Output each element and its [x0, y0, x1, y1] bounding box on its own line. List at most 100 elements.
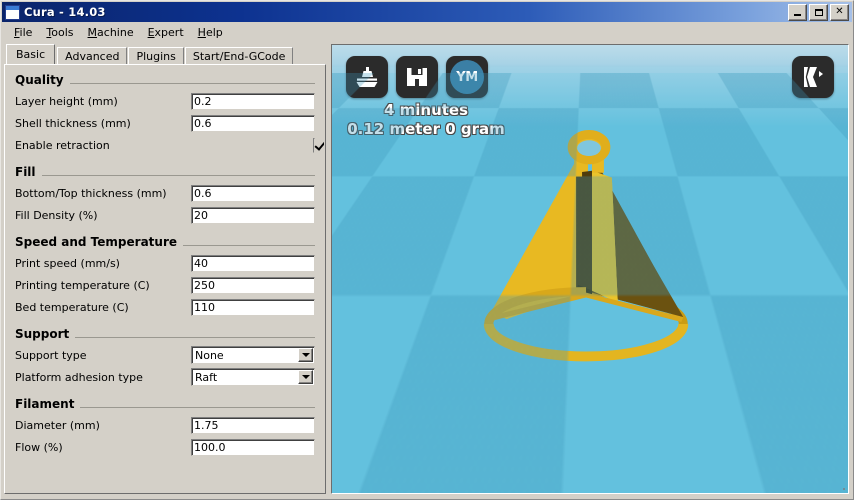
- section-rule: [80, 406, 315, 408]
- control-flow: [191, 438, 315, 456]
- row-bed-temperature: Bed temperature (C): [15, 296, 315, 318]
- input-diameter[interactable]: [191, 416, 315, 434]
- input-layer-height[interactable]: [191, 92, 315, 110]
- menu-bar: File Tools Machine Expert Help: [2, 22, 852, 42]
- menu-machine[interactable]: Machine: [81, 24, 141, 41]
- floppy-disk-icon: [407, 68, 427, 86]
- menu-tools[interactable]: Tools: [39, 24, 80, 41]
- window-controls: ✕: [788, 3, 849, 21]
- control-enable-retraction: [313, 137, 315, 153]
- window-title: Cura - 14.03: [24, 5, 106, 19]
- select-support-type[interactable]: None: [191, 346, 315, 364]
- section-title-fill: Fill: [15, 165, 36, 179]
- row-flow: Flow (%): [15, 436, 315, 458]
- load-model-button[interactable]: [346, 56, 388, 98]
- section-title-support: Support: [15, 327, 70, 341]
- control-platform-adhesion-type: Raft: [191, 368, 315, 386]
- row-diameter: Diameter (mm): [15, 414, 315, 436]
- row-print-speed: Print speed (mm/s): [15, 252, 315, 274]
- view-mode-button[interactable]: [792, 56, 834, 98]
- row-enable-retraction: Enable retraction: [15, 134, 315, 156]
- control-printing-temperature: [191, 276, 315, 294]
- section-title-filament: Filament: [15, 397, 75, 411]
- row-shell-thickness: Shell thickness (mm): [15, 112, 315, 134]
- row-printing-temperature: Printing temperature (C): [15, 274, 315, 296]
- input-print-speed[interactable]: [191, 254, 315, 272]
- control-bed-temperature: [191, 298, 315, 316]
- input-bottom-top-thickness[interactable]: [191, 184, 315, 202]
- label-shell-thickness: Shell thickness (mm): [15, 116, 131, 130]
- label-fill-density: Fill Density (%): [15, 208, 98, 222]
- menu-expert[interactable]: Expert: [141, 24, 191, 41]
- minimize-icon: [794, 13, 801, 16]
- resize-grip[interactable]: [835, 480, 847, 492]
- settings-form: Quality Layer height (mm) Shell thicknes…: [6, 66, 324, 492]
- row-layer-height: Layer height (mm): [15, 90, 315, 112]
- cura-window: Cura - 14.03 ✕ File Tools Machine Expert…: [0, 0, 854, 500]
- section-header-fill: Fill: [15, 165, 315, 179]
- minimize-button[interactable]: [788, 3, 807, 21]
- menu-help[interactable]: Help: [191, 24, 230, 41]
- row-fill-density: Fill Density (%): [15, 204, 315, 226]
- settings-panel: Basic Advanced Plugins Start/End-GCode Q…: [4, 44, 326, 494]
- tab-basic[interactable]: Basic: [6, 44, 56, 64]
- youmagine-label: YM: [450, 60, 484, 94]
- section-title-speed-temperature: Speed and Temperature: [15, 235, 177, 249]
- section-rule: [41, 174, 315, 176]
- close-icon: ✕: [835, 6, 844, 17]
- label-layer-height: Layer height (mm): [15, 94, 118, 108]
- label-support-type: Support type: [15, 348, 87, 362]
- select-platform-adhesion-type[interactable]: Raft: [191, 368, 315, 386]
- save-toolpath-button[interactable]: [396, 56, 438, 98]
- print-time: 4 minutes: [383, 101, 469, 119]
- tab-start-end-gcode[interactable]: Start/End-GCode: [184, 47, 294, 64]
- control-shell-thickness: [191, 114, 315, 132]
- tab-advanced[interactable]: Advanced: [57, 47, 128, 64]
- select-support-type-value: None: [195, 348, 224, 362]
- print-material: 0.12 meter 0 gram: [347, 120, 505, 138]
- section-header-speed-temperature: Speed and Temperature: [15, 235, 315, 249]
- print-status: 4 minutes 0.12 meter 0 gram: [346, 101, 506, 139]
- maximize-button[interactable]: [809, 3, 828, 21]
- row-bottom-top-thickness: Bottom/Top thickness (mm): [15, 182, 315, 204]
- 3d-viewport[interactable]: YM 4 minutes 0.12 meter 0 gram: [331, 44, 849, 494]
- menu-file[interactable]: File: [7, 24, 39, 41]
- checkbox-enable-retraction[interactable]: [313, 137, 315, 153]
- row-platform-adhesion-type: Platform adhesion type Raft: [15, 366, 315, 388]
- view-mode-icon: [804, 67, 823, 87]
- section-title-quality: Quality: [15, 73, 64, 87]
- control-bottom-top-thickness: [191, 184, 315, 202]
- control-layer-height: [191, 92, 315, 110]
- chevron-down-icon[interactable]: [298, 348, 313, 362]
- select-platform-adhesion-type-value: Raft: [195, 370, 218, 384]
- label-bottom-top-thickness: Bottom/Top thickness (mm): [15, 186, 167, 200]
- label-print-speed: Print speed (mm/s): [15, 256, 120, 270]
- control-fill-density: [191, 206, 315, 224]
- input-flow[interactable]: [191, 438, 315, 456]
- section-header-filament: Filament: [15, 397, 315, 411]
- input-fill-density[interactable]: [191, 206, 315, 224]
- row-support-type: Support type None: [15, 344, 315, 366]
- window-icon: [5, 4, 20, 20]
- section-rule: [75, 336, 315, 338]
- label-platform-adhesion-type: Platform adhesion type: [15, 370, 143, 384]
- basic-tab-panel: Quality Layer height (mm) Shell thicknes…: [4, 64, 326, 494]
- load-model-icon: [356, 67, 378, 87]
- close-button[interactable]: ✕: [830, 3, 849, 21]
- input-bed-temperature[interactable]: [191, 298, 315, 316]
- label-enable-retraction: Enable retraction: [15, 138, 110, 152]
- chevron-down-icon[interactable]: [298, 370, 313, 384]
- control-support-type: None: [191, 346, 315, 364]
- viewport-toolbar: YM: [346, 56, 488, 98]
- input-shell-thickness[interactable]: [191, 114, 315, 132]
- input-printing-temperature[interactable]: [191, 276, 315, 294]
- share-youmagine-button[interactable]: YM: [446, 56, 488, 98]
- tab-plugins[interactable]: Plugins: [128, 47, 184, 64]
- section-rule: [183, 244, 315, 246]
- title-bar: Cura - 14.03 ✕: [2, 2, 852, 22]
- label-diameter: Diameter (mm): [15, 418, 100, 432]
